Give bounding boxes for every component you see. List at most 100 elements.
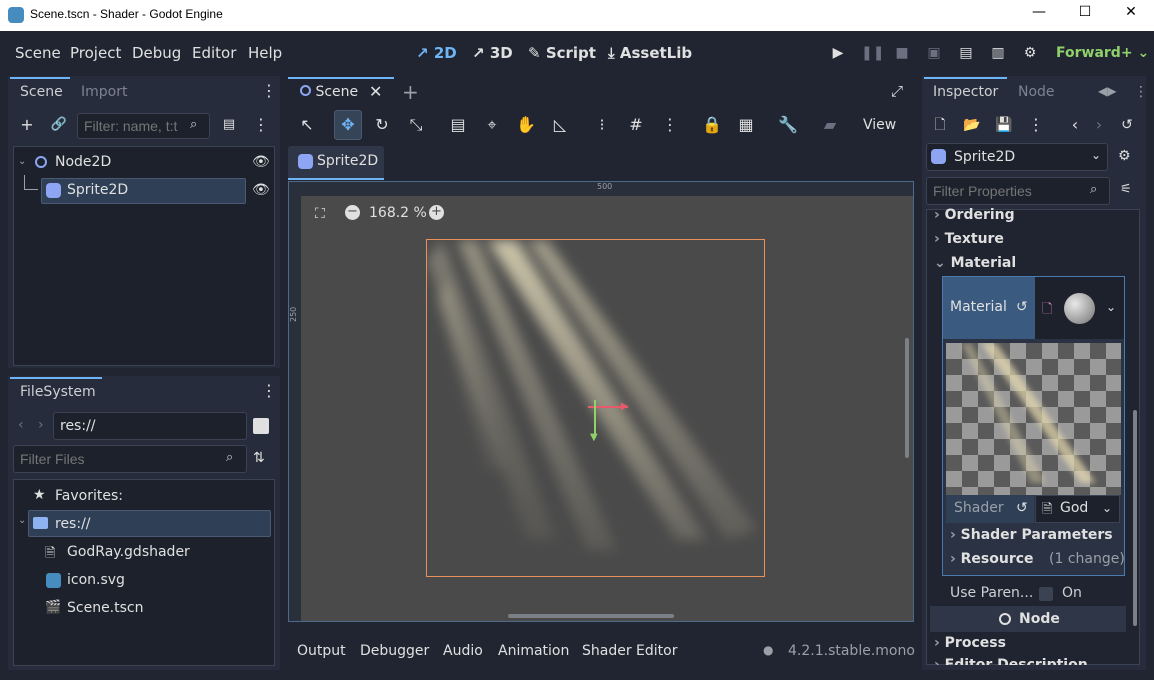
pan-tool-icon[interactable]: ✋ xyxy=(515,114,537,136)
v-scrollbar[interactable] xyxy=(905,338,909,458)
pivot-tool-icon[interactable]: ⌖ xyxy=(481,114,503,136)
y-arrow-icon[interactable]: ▼ xyxy=(590,432,598,443)
revert-icon[interactable]: ↺ xyxy=(1016,299,1028,315)
zoom-level[interactable]: 168.2 % xyxy=(369,205,427,221)
select-tool-icon[interactable]: ↖ xyxy=(296,114,318,136)
node-settings-icon[interactable]: ⚙ xyxy=(1118,148,1131,164)
bottom-tab-output[interactable]: Output xyxy=(297,643,346,659)
history-forward-icon[interactable]: › xyxy=(1088,114,1110,136)
tree-item-node2d[interactable]: Node2D xyxy=(55,154,111,170)
play-custom-scene-icon[interactable]: ▥ xyxy=(989,45,1007,63)
smart-snap-icon[interactable]: ⁝ xyxy=(591,114,613,136)
new-resource-icon[interactable]: 🗋 xyxy=(929,114,951,136)
play-icon[interactable]: ▶ xyxy=(829,45,847,63)
fs-item-res[interactable]: res:// xyxy=(55,516,91,532)
menu-project[interactable]: Project xyxy=(70,44,121,62)
fs-item-scene[interactable]: Scene.tscn xyxy=(67,600,144,616)
nav-back-icon[interactable]: ‹ xyxy=(18,417,24,433)
update-spinner-icon[interactable]: ● xyxy=(763,643,773,657)
remote-debug-icon[interactable]: ▣ xyxy=(925,45,943,63)
move-tool-icon[interactable]: ✥ xyxy=(334,110,362,140)
section-ordering[interactable]: › Ordering xyxy=(934,207,1015,223)
rotate-tool-icon[interactable]: ↻ xyxy=(371,114,393,136)
dock-menu-icon[interactable]: ⋮ xyxy=(258,80,280,102)
layout-toggle-icon[interactable] xyxy=(253,418,269,434)
visibility-eye-icon[interactable]: 👁 xyxy=(252,182,270,198)
inspector-scrollbar[interactable] xyxy=(1133,410,1137,626)
section-process[interactable]: › Process xyxy=(934,635,1006,651)
scene-tree-menu-icon[interactable]: ⋮ xyxy=(250,114,272,136)
bottom-tab-animation[interactable]: Animation xyxy=(498,643,569,659)
history-back-icon[interactable]: ‹ xyxy=(1064,114,1086,136)
section-texture[interactable]: › Texture xyxy=(934,231,1004,247)
close-window-button[interactable]: ✕ xyxy=(1108,4,1154,26)
section-resource[interactable]: › Resource xyxy=(950,551,1034,567)
sort-icon[interactable]: ⇅ xyxy=(253,450,265,466)
path-field[interactable]: res:// xyxy=(53,412,247,440)
ruler-tool-icon[interactable]: ◺ xyxy=(549,114,571,136)
fs-item-godray[interactable]: GodRay.gdshader xyxy=(67,544,190,560)
bottom-tab-audio[interactable]: Audio xyxy=(443,643,483,659)
zoom-in-icon[interactable]: + xyxy=(429,205,444,220)
add-node-icon[interactable]: + xyxy=(16,114,38,136)
movie-maker-icon[interactable]: ⚙ xyxy=(1021,45,1039,63)
menu-editor[interactable]: Editor xyxy=(192,44,236,62)
close-tab-icon[interactable]: ✕ xyxy=(369,82,382,101)
tab-import[interactable]: Import xyxy=(81,84,127,100)
minimize-button[interactable]: — xyxy=(1016,4,1062,26)
group-icon[interactable]: ▦ xyxy=(735,114,757,136)
bottom-tab-debugger[interactable]: Debugger xyxy=(360,643,429,659)
inspector-menu-icon[interactable]: ⋮ xyxy=(1025,114,1047,136)
dock-menu-icon[interactable]: ⋮ xyxy=(1134,84,1148,100)
camera-icon[interactable]: ▰ xyxy=(819,114,841,136)
bone-icon[interactable]: 🔧 xyxy=(777,114,799,136)
fs-item-icon-svg[interactable]: icon.svg xyxy=(67,572,125,588)
tab-node[interactable]: Node xyxy=(1018,84,1055,100)
tab-filesystem[interactable]: FileSystem xyxy=(20,384,96,400)
play-scene-icon[interactable]: ▤ xyxy=(957,45,975,63)
menu-scene[interactable]: Scene xyxy=(15,44,61,62)
collapse-arrow-icon[interactable]: ⌄ xyxy=(18,515,26,526)
snap-options-icon[interactable]: ⋮ xyxy=(659,114,681,136)
h-scrollbar[interactable] xyxy=(508,614,674,618)
grid-snap-icon[interactable]: # xyxy=(625,114,647,136)
x-arrow-icon[interactable]: ▶ xyxy=(621,401,629,412)
add-tab-icon[interactable]: + xyxy=(402,80,419,104)
tab-scene-editor[interactable]: Scene xyxy=(300,84,358,100)
workspace-assetlib[interactable]: ⤓ AssetLib xyxy=(608,44,692,62)
lock-icon[interactable]: 🔒 xyxy=(701,114,723,136)
history-icon[interactable]: ↺ xyxy=(1116,114,1138,136)
workspace-script[interactable]: ✎ Script xyxy=(528,44,596,62)
inspector-filter-input[interactable] xyxy=(926,177,1110,205)
sprite-subtab-label[interactable]: Sprite2D xyxy=(317,153,378,169)
section-editor-description[interactable]: › Editor Description xyxy=(934,657,1088,665)
section-shader-parameters[interactable]: › Shader Parameters xyxy=(950,527,1113,543)
tab-inspector[interactable]: Inspector xyxy=(933,84,998,100)
favorites-label[interactable]: Favorites: xyxy=(55,488,123,504)
filter-options-icon[interactable]: ⚟ xyxy=(1120,182,1132,197)
maximize-button[interactable]: ☐ xyxy=(1062,4,1108,26)
open-resource-icon[interactable]: 📂 xyxy=(961,114,983,136)
menu-help[interactable]: Help xyxy=(248,44,282,62)
filesystem-filter-input[interactable] xyxy=(13,445,247,473)
workspace-3d[interactable]: ↗ 3D xyxy=(472,44,513,62)
nav-forward-icon[interactable]: › xyxy=(38,417,44,433)
instance-scene-icon[interactable]: 🔗 xyxy=(48,114,70,136)
tree-item-sprite2d[interactable]: Sprite2D xyxy=(67,182,128,198)
tab-scene[interactable]: Scene xyxy=(20,84,63,100)
list-select-icon[interactable]: ▤ xyxy=(447,114,469,136)
scale-tool-icon[interactable]: ⤡ xyxy=(405,114,427,136)
collapse-arrow-icon[interactable]: ⌄ xyxy=(18,156,26,167)
use-parent-checkbox[interactable] xyxy=(1039,587,1053,601)
bottom-tab-shader-editor[interactable]: Shader Editor xyxy=(582,643,677,659)
dock-arrows-icon[interactable]: ◀▶ xyxy=(1098,84,1116,98)
view-menu[interactable]: View xyxy=(863,117,896,133)
revert-icon[interactable]: ↺ xyxy=(1016,500,1028,516)
attach-script-icon[interactable]: ▤ xyxy=(218,114,240,136)
menu-debug[interactable]: Debug xyxy=(132,44,181,62)
stop-icon[interactable]: ■ xyxy=(893,45,911,63)
dock-menu-icon[interactable]: ⋮ xyxy=(258,380,280,402)
pause-icon[interactable]: ❚❚ xyxy=(861,45,884,63)
save-resource-icon[interactable]: 💾 xyxy=(993,114,1015,136)
renderer-select[interactable]: Forward+ ⌄ xyxy=(1056,45,1149,61)
